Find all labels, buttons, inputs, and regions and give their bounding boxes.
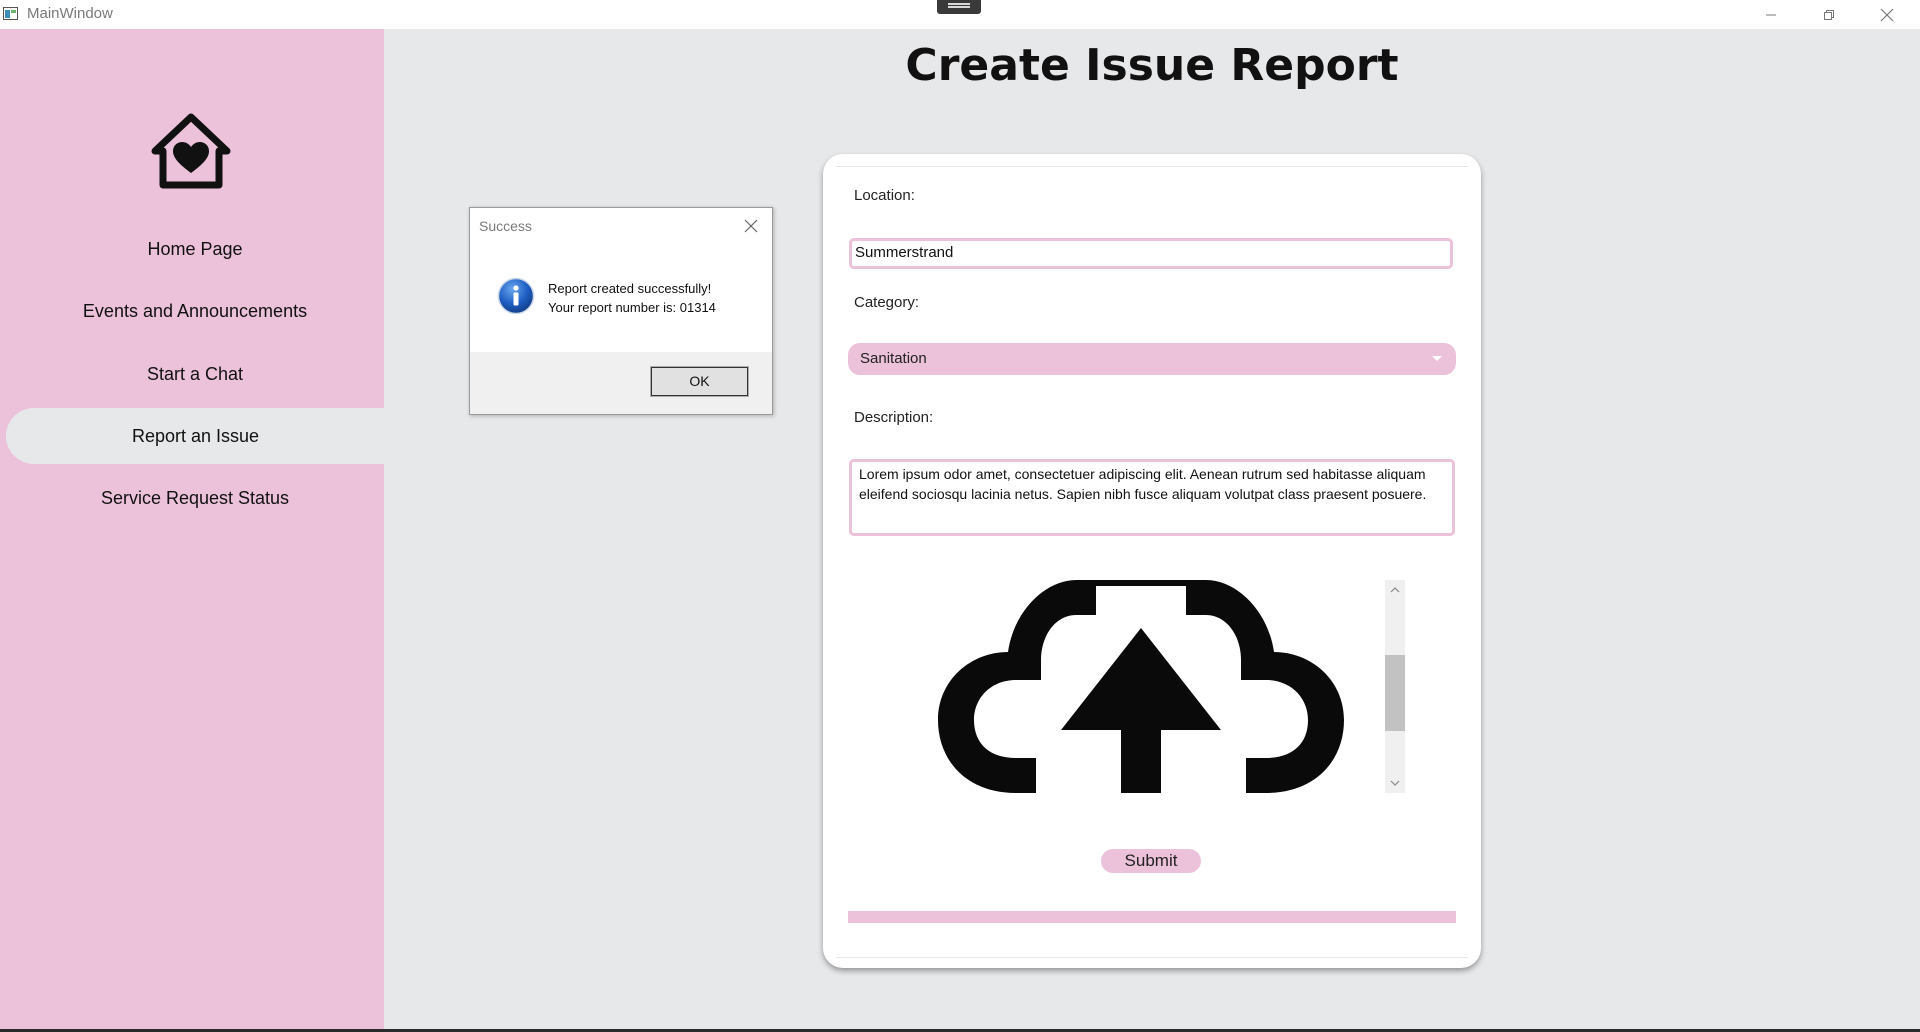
sidebar-item-label: Report an Issue (131, 425, 260, 446)
app-icon (3, 7, 18, 20)
main-window: MainWindow Home Page Events and Announce… (0, 0, 1920, 1032)
category-label: Category: (854, 294, 920, 311)
issue-report-form (823, 154, 1481, 968)
title-bar[interactable]: MainWindow (0, 0, 1920, 29)
dialog-message-line-2: Your report number is: 01314 (548, 300, 716, 315)
ok-button[interactable]: OK (650, 366, 749, 397)
success-dialog: Success Report created successfully! You… (469, 207, 773, 415)
close-icon[interactable] (743, 218, 759, 234)
image-upload-area[interactable] (936, 580, 1346, 793)
description-textarea[interactable]: Lorem ipsum odor amet, consectetuer adip… (849, 459, 1455, 536)
window-title: MainWindow (27, 5, 113, 22)
sidebar-item-start-a-chat[interactable]: Start a Chat (0, 346, 390, 402)
minimize-button[interactable] (1742, 0, 1800, 29)
location-label: Location: (854, 187, 915, 204)
dialog-message-line-1: Report created successfully! (548, 281, 712, 296)
scrollbar-thumb[interactable] (1385, 655, 1405, 731)
upload-scrollbar[interactable] (1385, 580, 1405, 793)
sidebar-item-label: Home Page (147, 238, 243, 259)
location-input[interactable]: Summerstrand (849, 238, 1453, 269)
chevron-up-icon[interactable] (1390, 585, 1400, 595)
close-window-button[interactable] (1858, 0, 1916, 29)
sidebar-item-home-page[interactable]: Home Page (0, 221, 390, 277)
chevron-down-icon (1432, 356, 1442, 361)
dialog-message: Report created successfully! Your report… (548, 279, 716, 317)
submit-button[interactable]: Submit (1101, 849, 1201, 873)
chevron-down-icon[interactable] (1390, 778, 1400, 788)
form-scroll-region (836, 166, 1468, 958)
sidebar-item-events-and-announcements[interactable]: Events and Announcements (0, 283, 390, 339)
progress-bar (848, 911, 1456, 923)
dialog-title: Success (479, 218, 532, 234)
sidebar-item-label: Events and Announcements (82, 300, 308, 321)
description-label: Description: (854, 409, 934, 426)
info-icon (497, 277, 535, 315)
minimize-icon (1766, 14, 1776, 15)
cloud-upload-icon (938, 580, 1344, 793)
sidebar-item-report-an-issue[interactable]: Report an Issue (6, 408, 385, 464)
sidebar-item-label: Service Request Status (100, 487, 290, 508)
snap-grip-handle[interactable] (937, 0, 981, 14)
sidebar-item-service-request-status[interactable]: Service Request Status (0, 470, 390, 526)
home-heart-icon (151, 113, 231, 189)
restore-button[interactable] (1800, 0, 1858, 29)
page-title: Create Issue Report (905, 40, 1399, 91)
sidebar (0, 29, 384, 1032)
sidebar-item-label: Start a Chat (146, 363, 244, 384)
close-icon (1880, 8, 1894, 21)
category-selected-value: Sanitation (860, 350, 927, 367)
restore-icon (1824, 9, 1834, 20)
category-dropdown[interactable]: Sanitation (848, 343, 1456, 375)
